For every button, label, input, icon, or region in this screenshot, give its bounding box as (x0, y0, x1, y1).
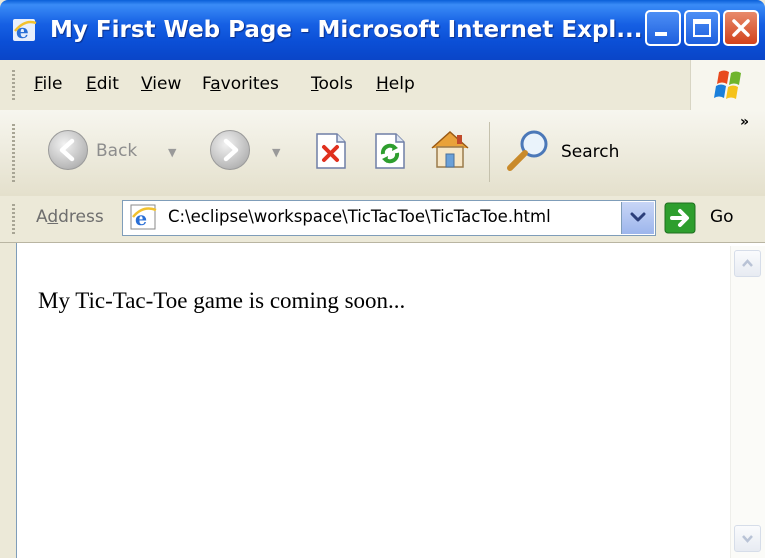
scroll-up-button[interactable] (734, 250, 761, 277)
toolbar-grip[interactable] (12, 124, 15, 182)
minimize-icon (655, 32, 667, 36)
refresh-icon[interactable] (372, 132, 408, 170)
scroll-up-arrow-icon (742, 259, 753, 267)
menu-tools[interactable]: Tools (311, 74, 353, 94)
close-icon (732, 19, 750, 37)
forward-arrow-icon (223, 138, 239, 162)
go-label[interactable]: Go (710, 207, 734, 227)
minimize-button[interactable] (645, 10, 681, 46)
scroll-down-button[interactable] (734, 525, 761, 552)
address-value[interactable]: C:\eclipse\workspace\TicTacToe\TicTacToe… (168, 207, 620, 226)
menu-view[interactable]: View (141, 74, 181, 94)
search-label[interactable]: Search (561, 142, 619, 162)
maximize-button[interactable] (684, 10, 720, 46)
page-text: My Tic-Tac-Toe game is coming soon... (38, 288, 406, 313)
search-icon[interactable] (502, 128, 554, 174)
stop-icon[interactable] (313, 132, 349, 170)
menu-favorites[interactable]: Favorites (202, 74, 279, 94)
address-dropdown-button[interactable] (621, 202, 654, 234)
menu-bar: File Edit View Favorites Tools Help (0, 60, 765, 111)
address-label: Address (36, 207, 104, 227)
back-button[interactable] (48, 130, 88, 170)
windows-flag-icon (714, 70, 741, 99)
maximize-icon (693, 19, 711, 37)
home-icon[interactable] (428, 128, 472, 170)
toolbar-more-chevron[interactable]: » (740, 114, 749, 130)
back-label[interactable]: Back (96, 141, 137, 161)
windows-logo (690, 60, 765, 110)
forward-button[interactable] (210, 130, 250, 170)
vertical-scrollbar[interactable] (730, 246, 765, 558)
addressbar-grip[interactable] (12, 204, 15, 234)
menubar-grip[interactable] (12, 70, 15, 102)
scroll-down-arrow-icon (742, 535, 753, 543)
go-arrow-icon[interactable] (664, 202, 696, 234)
back-arrow-icon (59, 138, 75, 162)
window-title: My First Web Page - Microsoft Internet E… (50, 17, 643, 43)
menu-file[interactable]: File (34, 74, 62, 94)
ie-logo-icon: e (13, 19, 37, 43)
chevron-down-icon (630, 212, 646, 222)
title-bar[interactable]: e My First Web Page - Microsoft Internet… (0, 0, 765, 60)
forward-dropdown-icon[interactable]: ▼ (272, 146, 280, 159)
menu-help[interactable]: Help (376, 74, 415, 94)
menu-edit[interactable]: Edit (86, 74, 119, 94)
toolbar-separator (489, 122, 490, 182)
close-button[interactable] (723, 10, 759, 46)
browser-window: e My First Web Page - Microsoft Internet… (0, 0, 765, 558)
page-icon: e (130, 204, 157, 230)
back-dropdown-icon[interactable]: ▼ (168, 146, 176, 159)
